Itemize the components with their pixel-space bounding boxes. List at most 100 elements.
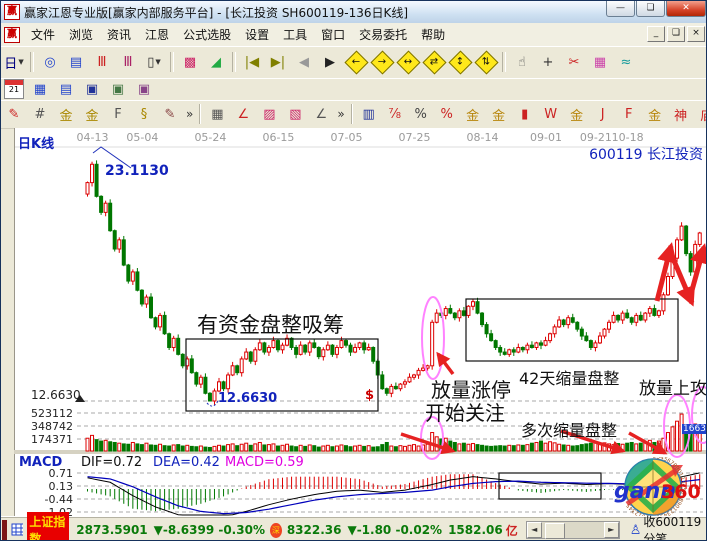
date-tick-06-15: 06-15 [262, 131, 294, 144]
menu-item-1[interactable]: 浏览 [62, 23, 100, 46]
pan-left-icon[interactable]: ← [344, 50, 368, 74]
annotation-multi-shrink: 多次缩量盘整 [521, 417, 617, 441]
first-page-icon[interactable]: |◀ [240, 50, 264, 74]
wave-tool-icon[interactable]: ≈ [614, 50, 638, 74]
w-pattern-tool[interactable]: W [539, 102, 563, 126]
menu-item-0[interactable]: 文件 [24, 23, 62, 46]
fenbi-label[interactable]: 收600119分笔 [643, 513, 707, 541]
shenzhen-icon[interactable]: 深 [270, 523, 282, 538]
gold-ratio-icon[interactable]: 金 [54, 102, 78, 126]
cycle-tool-icon[interactable]: § [132, 102, 156, 126]
scroll-thumb[interactable] [545, 523, 565, 539]
j-angle-tool[interactable]: J [591, 102, 615, 126]
crosshair-icon[interactable]: + [536, 50, 560, 74]
sh-index-change: ▼-8.6399 -0.30% [154, 523, 265, 537]
maximize-button[interactable]: ❏ [636, 1, 665, 17]
calendar-icon[interactable]: 21 [2, 77, 26, 101]
menu-item-4[interactable]: 公式选股 [176, 23, 238, 46]
f-angle-tool[interactable]: F [617, 102, 641, 126]
scroll-left-arrow[interactable]: ◄ [527, 522, 542, 538]
menu-item-7[interactable]: 窗口 [314, 23, 352, 46]
color-volume-icon[interactable]: ◢ [204, 50, 228, 74]
price-grid-icon[interactable]: # [28, 102, 52, 126]
spiral-box-icon[interactable]: ▨ [257, 102, 281, 126]
gold-circle-tool[interactable]: 金 [461, 102, 485, 126]
compress-vertical-icon[interactable]: ⇅ [474, 50, 498, 74]
last-page-icon[interactable]: ▶| [266, 50, 290, 74]
annotate-tool-icon[interactable]: ✎ [158, 102, 182, 126]
minimize-button[interactable]: — [606, 1, 635, 17]
annotation-limit-up-2: 开始关注 [425, 397, 505, 426]
shen-angle-tool[interactable]: 神 [669, 102, 693, 126]
kline-period-label: 日K线 [18, 133, 54, 152]
nine-candles-icon[interactable]: Ⅲ [116, 50, 140, 74]
expand-horizontal-icon[interactable]: ↔ [396, 50, 420, 74]
gold-angle-tool[interactable]: 金 [565, 102, 589, 126]
menu-item-8[interactable]: 交易委托 [352, 23, 414, 46]
percent-table-tool[interactable]: ▥ [357, 102, 381, 126]
save-export-icon[interactable]: ▣ [106, 77, 130, 101]
expand-vertical-icon[interactable]: ↕ [448, 50, 472, 74]
menu-item-2[interactable]: 资讯 [100, 23, 138, 46]
mdi-close-button[interactable]: × [687, 26, 705, 42]
pattern-box-icon[interactable]: ▧ [283, 102, 307, 126]
macd-dif-value: DIF=0.72 [81, 455, 142, 470]
compress-horizontal-icon[interactable]: ⇄ [422, 50, 446, 74]
percent-red-tool[interactable]: % [435, 102, 459, 126]
gold-ratio2-icon[interactable]: 金 [80, 102, 104, 126]
gann-square-icon[interactable]: ▦ [205, 102, 229, 126]
data-transfer-icon[interactable]: ▣ [132, 77, 156, 101]
next-bar-icon[interactable]: ▶ [318, 50, 342, 74]
speed-fan-icon[interactable]: ∠ [231, 102, 255, 126]
macd-dea-value: DEA=0.42 [153, 455, 220, 470]
date-tick-05-04: 05-04 [126, 131, 158, 144]
toolbar-separator [232, 52, 236, 72]
report-icon[interactable]: ▤ [54, 77, 78, 101]
three-candles-icon[interactable]: Ⅲ [90, 50, 114, 74]
pattern-select-icon[interactable]: ▩ [178, 50, 202, 74]
date-tick-07-05: 07-05 [330, 131, 362, 144]
percent-retrace-tool[interactable]: ⅞ [383, 102, 407, 126]
gold-circle2-tool[interactable]: 金 [487, 102, 511, 126]
app-window: 赢 赢家江恩专业版[赢家内部服务平台] - [长江投资 SH600119-136… [0, 0, 707, 541]
sh-index-badge[interactable]: 上证指数 [27, 512, 69, 541]
menu-item-6[interactable]: 工具 [276, 23, 314, 46]
overflow-chevron[interactable]: » [186, 107, 193, 121]
menu-item-5[interactable]: 设置 [238, 23, 276, 46]
flag-candle-tool[interactable]: ▮ [513, 102, 537, 126]
save-icon[interactable]: ▣ [80, 77, 104, 101]
calculator-icon[interactable]: ▦ [28, 77, 52, 101]
period-day-selector[interactable]: 日▼ [2, 50, 26, 74]
brush-tool-icon[interactable]: ✎ [2, 102, 26, 126]
menu-item-9[interactable]: 帮助 [414, 23, 452, 46]
volume-axis-1: 523112 [15, 407, 73, 420]
chart-style-icon[interactable]: ◎ [38, 50, 62, 74]
quote-grid-icon[interactable] [11, 523, 24, 537]
logo-360-text: 360 [661, 481, 701, 503]
gold2-angle-tool[interactable]: 金 [643, 102, 667, 126]
percent-tool[interactable]: % [409, 102, 433, 126]
status-scrollbar[interactable]: ◄ ► [526, 521, 620, 539]
info-panel-icon[interactable]: ▤ [64, 50, 88, 74]
sz-index-value: 8322.36 [287, 523, 342, 537]
trend-angle-icon[interactable]: ∠ [309, 102, 333, 126]
gann-grid-icon[interactable]: ▦ [588, 50, 612, 74]
hollow-candle-icon[interactable]: ▯▼ [142, 50, 166, 74]
title-bar[interactable]: 赢 赢家江恩专业版[赢家内部服务平台] - [长江投资 SH600119-136… [1, 1, 707, 24]
cut-tool-icon[interactable]: ✂ [562, 50, 586, 74]
toolbar-main: 日▼◎▤ⅢⅢ▯▼▩◢|◀▶|◀▶←→↔⇄↕⇅☝+✂▦≈ [1, 46, 707, 79]
scroll-right-arrow[interactable]: ► [604, 522, 619, 538]
menu-item-3[interactable]: 江恩 [138, 23, 176, 46]
fibonacci-icon[interactable]: F [106, 102, 130, 126]
overflow-chevron[interactable]: » [337, 107, 344, 121]
hand-tool-icon[interactable]: ☝ [510, 50, 534, 74]
mdi-minimize-button[interactable]: _ [647, 26, 665, 42]
close-button[interactable]: ✕ [666, 1, 706, 17]
prev-bar-icon[interactable]: ◀ [292, 50, 316, 74]
mdi-restore-button[interactable]: ❏ [667, 26, 685, 42]
pan-right-icon[interactable]: → [370, 50, 394, 74]
date-tick-08-14: 08-14 [467, 131, 499, 144]
scroll-track[interactable] [542, 523, 604, 537]
price-axis-label: 12.6630 [31, 388, 81, 402]
miao-angle-tool[interactable]: 庙 [695, 102, 707, 126]
